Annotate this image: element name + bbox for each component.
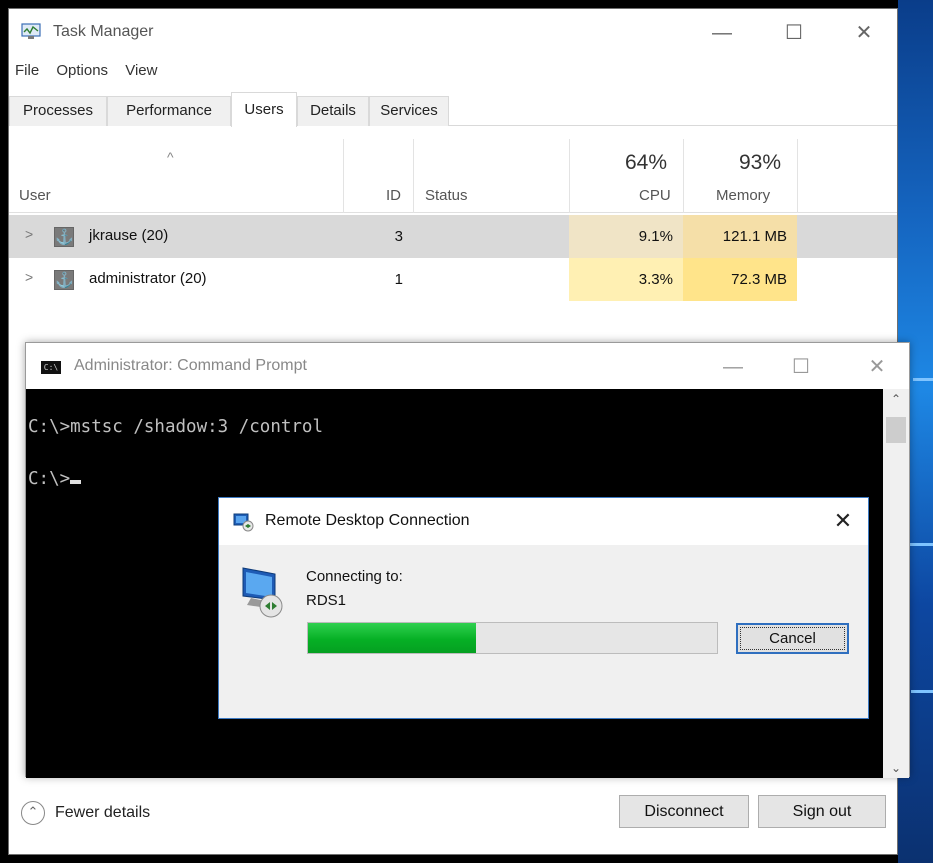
- table-row[interactable]: > jkrause (20) 3 9.1% 121.1 MB: [9, 215, 897, 258]
- column-user[interactable]: User: [19, 187, 51, 204]
- remote-desktop-dialog: Remote Desktop Connection ✕ Connecting t…: [218, 497, 869, 719]
- user-memory: 121.1 MB: [683, 215, 797, 258]
- close-icon[interactable]: ✕: [854, 353, 900, 381]
- window-title: Administrator: Command Prompt: [74, 357, 307, 374]
- memory-total-percent: 93%: [739, 151, 782, 174]
- chevron-right-icon[interactable]: >: [25, 269, 33, 285]
- minimize-icon[interactable]: —: [710, 353, 756, 381]
- chevron-right-icon[interactable]: >: [25, 226, 33, 242]
- user-avatar-icon: [54, 270, 74, 290]
- disconnect-button[interactable]: Disconnect: [619, 795, 749, 828]
- console-icon: C:\: [41, 361, 61, 374]
- tab-processes[interactable]: Processes: [9, 96, 107, 126]
- host-name: RDS1: [306, 592, 347, 609]
- user-cpu: 9.1%: [569, 215, 683, 258]
- sign-out-button[interactable]: Sign out: [758, 795, 886, 828]
- user-cpu: 3.3%: [569, 258, 683, 301]
- close-icon[interactable]: ✕: [841, 19, 887, 47]
- table-row[interactable]: > administrator (20) 1 3.3% 72.3 MB: [9, 258, 897, 301]
- column-id[interactable]: ID: [386, 187, 401, 204]
- fewer-details-label: Fewer details: [55, 804, 151, 822]
- tab-users[interactable]: Users: [231, 92, 297, 127]
- dialog-title: Remote Desktop Connection: [265, 512, 470, 529]
- user-memory: 72.3 MB: [683, 258, 797, 301]
- fewer-details-toggle[interactable]: ⌃ Fewer details: [21, 801, 150, 825]
- progress-fill: [308, 623, 476, 653]
- sort-ascending-icon[interactable]: ^: [167, 149, 174, 165]
- tab-performance[interactable]: Performance: [107, 96, 231, 126]
- text-cursor: [70, 480, 82, 484]
- window-title: Task Manager: [53, 23, 154, 40]
- vertical-scrollbar[interactable]: ⌃ ⌄: [883, 389, 909, 778]
- tab-details[interactable]: Details: [297, 96, 369, 126]
- dialog-titlebar[interactable]: Remote Desktop Connection ✕: [219, 498, 868, 545]
- column-memory[interactable]: Memory: [716, 187, 770, 204]
- tab-strip: Processes Performance Users Details Serv…: [9, 92, 897, 127]
- scroll-thumb[interactable]: [886, 417, 906, 443]
- user-name: administrator (20): [89, 270, 207, 287]
- chevron-up-icon: ⌃: [21, 801, 45, 825]
- task-manager-icon: [21, 23, 41, 39]
- console-prompt-line: C:\>: [28, 469, 82, 489]
- maximize-icon[interactable]: ☐: [771, 19, 817, 47]
- column-cpu[interactable]: CPU: [639, 187, 671, 204]
- menu-view[interactable]: View: [119, 59, 164, 79]
- close-icon[interactable]: ✕: [828, 506, 858, 536]
- connecting-label: Connecting to:: [306, 568, 403, 585]
- minimize-icon[interactable]: —: [699, 19, 745, 47]
- table-header: ^ User ID Status 64% CPU 93% Memory: [9, 139, 897, 213]
- cpu-total-percent: 64%: [625, 151, 668, 174]
- user-avatar-icon: [54, 227, 74, 247]
- menu-file[interactable]: File: [9, 59, 46, 79]
- column-status[interactable]: Status: [425, 187, 468, 204]
- menu-options[interactable]: Options: [50, 59, 115, 79]
- console-line: C:\>mstsc /shadow:3 /control: [28, 417, 324, 437]
- scroll-down-icon[interactable]: ⌄: [883, 758, 909, 778]
- user-id: 1: [394, 271, 403, 288]
- remote-desktop-icon: [233, 513, 254, 532]
- console-prompt: C:\>: [28, 469, 71, 489]
- tab-services[interactable]: Services: [369, 96, 449, 126]
- connection-progress-bar: [307, 622, 718, 654]
- scroll-up-icon[interactable]: ⌃: [883, 389, 909, 409]
- command-prompt-titlebar[interactable]: C:\ Administrator: Command Prompt — ☐ ✕: [26, 343, 909, 389]
- menu-bar: File Options View: [9, 59, 164, 85]
- user-id: 3: [394, 228, 403, 245]
- maximize-icon[interactable]: ☐: [778, 353, 824, 381]
- task-manager-titlebar[interactable]: Task Manager — ☐ ✕: [9, 9, 897, 55]
- user-name: jkrause (20): [89, 227, 169, 244]
- remote-desktop-monitor-icon: [242, 567, 283, 618]
- cancel-button[interactable]: Cancel: [736, 623, 849, 654]
